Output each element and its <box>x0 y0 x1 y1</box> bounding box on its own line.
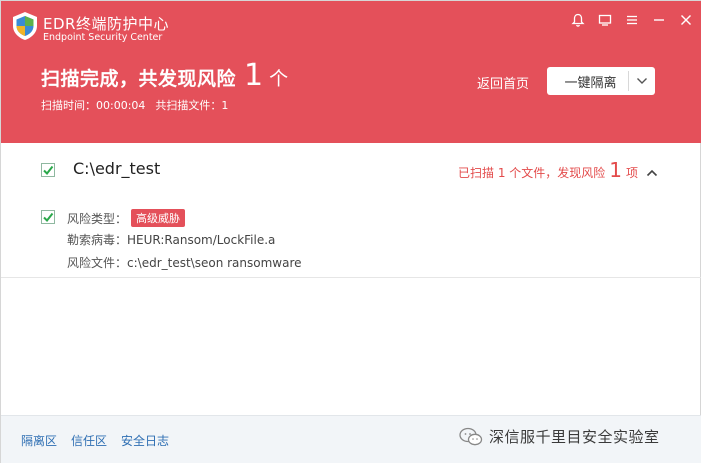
risk-type-row: 风险类型： 高级威胁 <box>67 209 186 227</box>
quarantine-link[interactable]: 隔离区 <box>21 432 57 449</box>
risk-count: 1 <box>244 58 264 93</box>
risk-file-row: 风险文件： c:\edr_test\seon ransomware <box>67 254 302 271</box>
minimize-icon[interactable] <box>650 11 667 28</box>
window-controls <box>569 11 694 28</box>
scan-time: 扫描时间：00:00:04 <box>41 99 146 112</box>
list-divider <box>1 277 701 278</box>
menu-icon[interactable] <box>623 11 640 28</box>
summary-unit: 项 <box>626 166 639 180</box>
scan-stats: 扫描时间：00:00:04 共扫描文件：1 <box>41 97 228 113</box>
watermark: 深信服千里目安全实验室 <box>459 426 660 447</box>
summary-count: 1 <box>609 158 622 182</box>
scan-target-path: C:\edr_test <box>73 159 161 178</box>
monitor-icon[interactable] <box>596 11 613 28</box>
app-window: EDR终端防护中心 Endpoint Security Center 扫描完成，… <box>0 0 701 463</box>
chevron-up-icon[interactable] <box>646 166 658 180</box>
scanned-files: 共扫描文件：1 <box>155 99 229 112</box>
app-subtitle: Endpoint Security Center <box>43 32 163 43</box>
virus-name: HEUR:Ransom/LockFile.a <box>127 232 276 247</box>
bell-icon[interactable] <box>569 11 586 28</box>
group-summary: 已扫描 1 个文件，发现风险 1 项 <box>458 158 658 182</box>
risk-file-label: 风险文件： <box>67 256 128 270</box>
risk-type-badge: 高级威胁 <box>131 209 186 227</box>
scan-headline: 扫描完成，共发现风险 1 个 <box>41 61 288 91</box>
threat-checkbox[interactable] <box>41 210 55 224</box>
summary-text: 已扫描 1 个文件，发现风险 <box>458 166 606 180</box>
chevron-down-icon[interactable] <box>629 77 655 85</box>
shield-logo-icon <box>13 12 37 40</box>
risk-file-path: c:\edr_test\seon ransomware <box>127 255 302 270</box>
close-icon[interactable] <box>677 11 694 28</box>
trust-zone-link[interactable]: 信任区 <box>71 432 107 449</box>
virus-label: 勒索病毒： <box>67 233 128 247</box>
isolate-button-label: 一键隔离 <box>564 75 617 91</box>
headline-text: 扫描完成，共发现风险 <box>41 68 237 90</box>
back-home-link[interactable]: 返回首页 <box>477 73 529 92</box>
header-banner: EDR终端防护中心 Endpoint Security Center 扫描完成，… <box>1 1 701 143</box>
wechat-icon <box>459 427 483 445</box>
app-title: EDR终端防护中心 <box>43 15 169 33</box>
watermark-text: 深信服千里目安全实验室 <box>489 428 660 446</box>
virus-row: 勒索病毒： HEUR:Ransom/LockFile.a <box>67 231 275 248</box>
risk-type-label: 风险类型： <box>67 211 128 226</box>
headline-unit: 个 <box>269 68 289 90</box>
group-checkbox[interactable] <box>41 163 55 177</box>
one-click-isolate-button[interactable]: 一键隔离 <box>547 67 655 95</box>
footer-bar: 隔离区 信任区 安全日志 深信服千里目安全实验室 <box>1 415 701 463</box>
security-log-link[interactable]: 安全日志 <box>121 432 169 449</box>
